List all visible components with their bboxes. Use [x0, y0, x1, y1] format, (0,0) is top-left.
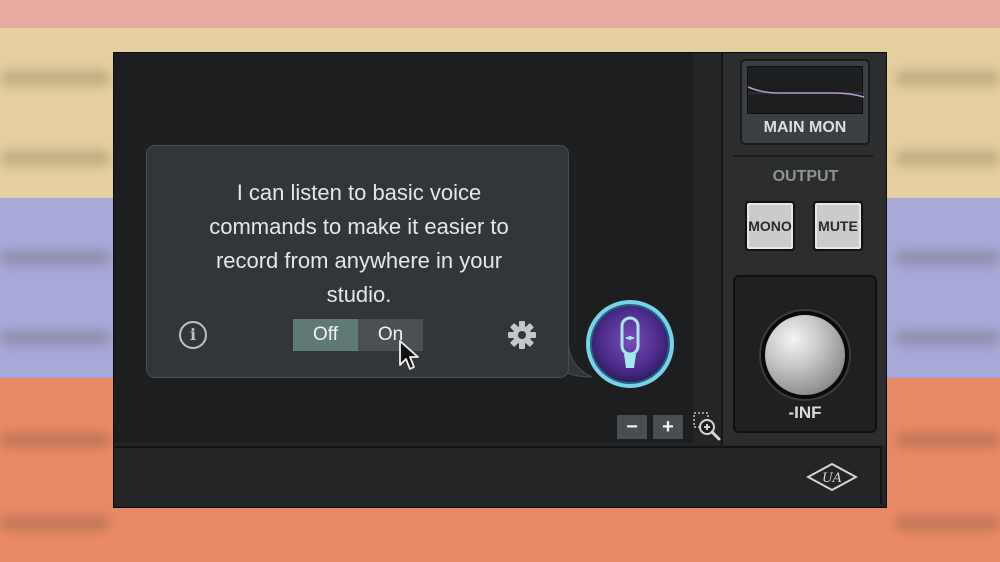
knob-value: -INF — [788, 403, 822, 422]
gear-icon[interactable] — [507, 320, 537, 350]
bubble-message-line: studio. — [326, 282, 392, 307]
volume-knob[interactable] — [761, 311, 849, 399]
mute-button[interactable]: MUTE — [813, 201, 863, 251]
svg-text:UA: UA — [822, 471, 842, 486]
microphone-icon[interactable] — [584, 298, 676, 390]
bubble-message-line: commands to make it easier to — [209, 214, 509, 239]
bottom-bar: UA — [114, 446, 882, 504]
divider — [733, 155, 873, 157]
toggle-off-option[interactable]: Off — [293, 319, 358, 351]
app-window: I can listen to basic voice commands to … — [113, 52, 887, 508]
meter-display — [747, 66, 865, 114]
zoom-out-button[interactable]: − — [617, 415, 647, 439]
bubble-message-line: record from anywhere in your — [215, 248, 503, 273]
bubble-message-line: I can listen to basic voice — [236, 180, 482, 205]
main-mon-label: MAIN MON — [763, 119, 847, 136]
mouse-cursor-icon — [399, 340, 419, 370]
output-label: OUTPUT — [772, 168, 839, 185]
output-knob-panel: -INF — [733, 275, 877, 433]
monitor-panel: MAIN MON OUTPUT MONO MUTE -INF — [721, 53, 886, 445]
main-monitor-button[interactable]: MAIN MON — [740, 59, 870, 145]
bubble-message: I can listen to basic voice commands to … — [169, 176, 549, 312]
mono-button[interactable]: MONO — [745, 201, 795, 251]
info-icon[interactable]: i — [179, 321, 207, 349]
meter-curve — [747, 86, 865, 98]
zoom-in-button[interactable]: + — [653, 415, 683, 439]
voice-command-bubble: I can listen to basic voice commands to … — [146, 145, 569, 378]
zoom-fit-icon[interactable] — [692, 411, 722, 443]
universal-audio-logo: UA — [806, 462, 858, 492]
